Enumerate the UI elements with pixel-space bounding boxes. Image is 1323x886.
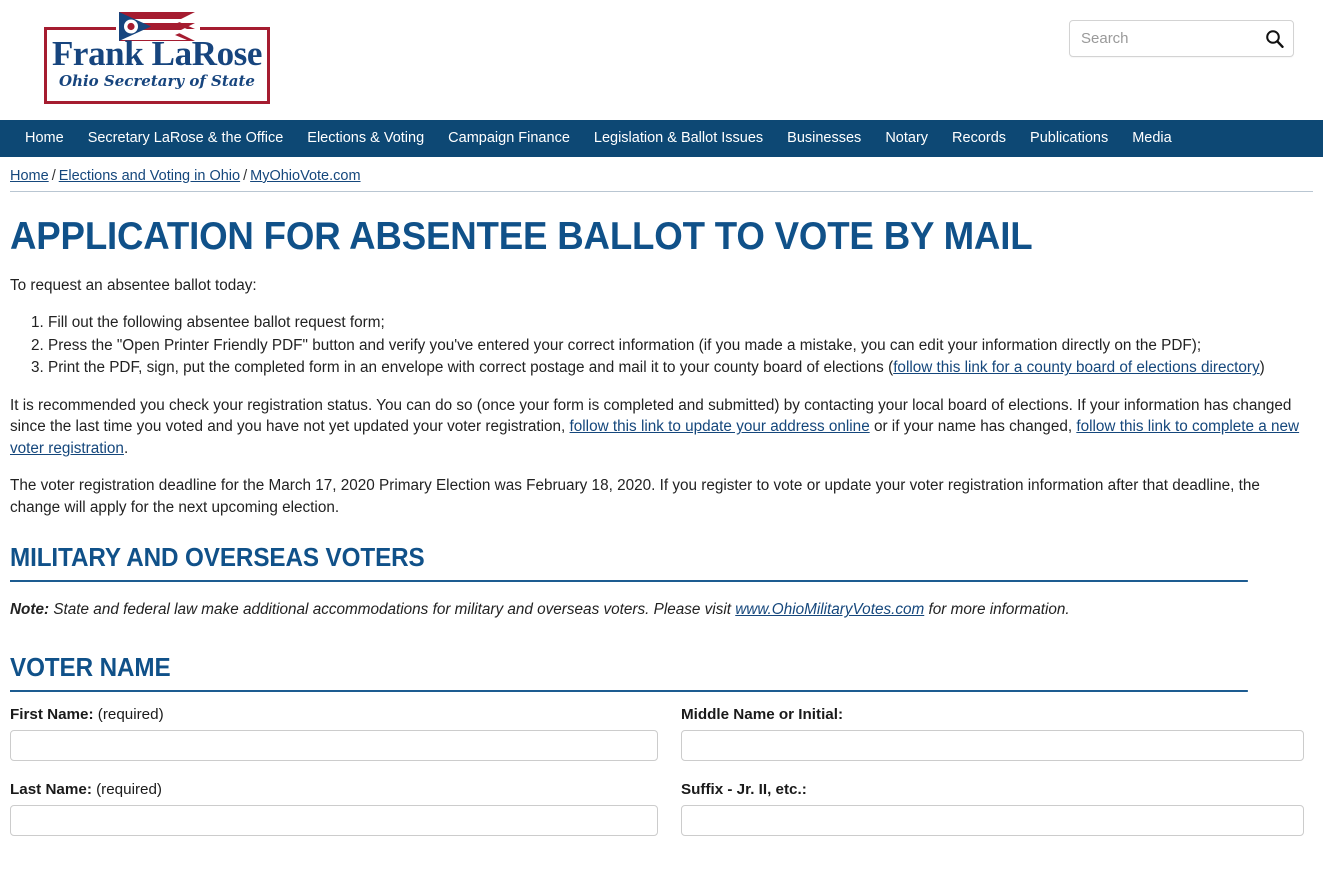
last-name-input[interactable] (10, 805, 658, 837)
form-row-gap (681, 764, 1304, 780)
nav-item-media[interactable]: Media (1120, 120, 1184, 157)
middle-name-input[interactable] (681, 730, 1304, 762)
form-row-gap (10, 764, 658, 780)
search-button[interactable] (1261, 26, 1287, 51)
suffix-label: Suffix - Jr. II, etc.: (681, 780, 1304, 799)
main-navigation: Home Secretary LaRose & the Office Elect… (0, 120, 1323, 157)
section-heading-voter-name: VOTER NAME (10, 654, 1248, 693)
step-item-1: Fill out the following absentee ballot r… (48, 312, 1313, 334)
registration-text-2: or if your name has changed, (869, 418, 1077, 436)
site-header: Frank LaRose Ohio Secretary of State (0, 0, 1323, 120)
middle-name-label-text: Middle Name or Initial: (681, 706, 844, 724)
note-label: Note: (10, 601, 50, 619)
section-heading-military: MILITARY AND OVERSEAS VOTERS (10, 544, 1248, 583)
middle-name-label: Middle Name or Initial: (681, 705, 1304, 724)
note-text-after: for more information. (924, 601, 1070, 619)
form-column-right: Middle Name or Initial: Suffix - Jr. II,… (659, 705, 1304, 839)
last-name-label: Last Name: (required) (10, 780, 658, 799)
first-name-input[interactable] (10, 730, 658, 762)
search-icon (1265, 30, 1284, 48)
field-suffix: Suffix - Jr. II, etc.: (681, 780, 1304, 837)
nav-item-legislation-ballot-issues[interactable]: Legislation & Ballot Issues (582, 120, 775, 157)
field-middle-name: Middle Name or Initial: (681, 705, 1304, 762)
step-3-text-before: Print the PDF, sign, put the completed f… (48, 359, 894, 377)
nav-item-campaign-finance[interactable]: Campaign Finance (436, 120, 582, 157)
breadcrumb-separator: / (51, 168, 56, 184)
breadcrumb-item-elections-voting[interactable]: Elections and Voting in Ohio (59, 168, 240, 184)
page-title: APPLICATION FOR ABSENTEE BALLOT TO VOTE … (10, 215, 1033, 258)
note-text-before: State and federal law make additional ac… (49, 601, 736, 619)
last-name-label-text: Last Name: (10, 781, 92, 799)
nav-item-home[interactable]: Home (13, 120, 76, 157)
breadcrumb-item-home[interactable]: Home (10, 168, 49, 184)
steps-list: Fill out the following absentee ballot r… (10, 312, 1313, 379)
county-board-directory-link[interactable]: follow this link for a county board of e… (893, 359, 1259, 376)
nav-item-elections-voting[interactable]: Elections & Voting (295, 120, 436, 157)
suffix-input[interactable] (681, 805, 1304, 837)
field-last-name: Last Name: (required) (10, 780, 658, 837)
field-first-name: First Name: (required) (10, 705, 658, 762)
search-input[interactable] (1070, 21, 1252, 56)
breadcrumb-item-myohiovote[interactable]: MyOhioVote.com (250, 168, 360, 184)
site-logo[interactable]: Frank LaRose Ohio Secretary of State (44, 8, 274, 112)
update-address-link[interactable]: follow this link to update your address … (570, 418, 870, 435)
step-item-3: Print the PDF, sign, put the completed f… (48, 357, 1313, 379)
nav-item-publications[interactable]: Publications (1018, 120, 1120, 157)
last-name-required-text: (required) (96, 781, 162, 799)
nav-item-businesses[interactable]: Businesses (775, 120, 873, 157)
nav-item-secretary-larose[interactable]: Secretary LaRose & the Office (76, 120, 296, 157)
logo-subtitle: Ohio Secretary of State (59, 72, 255, 90)
voter-name-form: First Name: (required) Last Name: (requi… (10, 705, 1313, 839)
military-note: Note: State and federal law make additio… (10, 599, 1313, 620)
breadcrumb: Home / Elections and Voting in Ohio / MyOhio… (10, 157, 1313, 192)
search-box (1069, 20, 1294, 57)
step-item-2: Press the "Open Printer Friendly PDF" bu… (48, 335, 1313, 357)
page-content: Home / Elections and Voting in Ohio / MyOhio… (0, 157, 1323, 839)
first-name-label-text: First Name: (10, 706, 94, 724)
deadline-paragraph: The voter registration deadline for the … (10, 477, 1260, 516)
ohio-military-votes-link[interactable]: www.OhioMilitaryVotes.com (735, 601, 924, 618)
nav-item-records[interactable]: Records (940, 120, 1018, 157)
first-name-required-text: (required) (97, 706, 164, 724)
nav-item-notary[interactable]: Notary (873, 120, 940, 157)
registration-text-3: . (123, 439, 129, 457)
registration-paragraph: It is recommended you check your registr… (10, 395, 1313, 460)
form-column-left: First Name: (required) Last Name: (requi… (10, 705, 658, 839)
intro-text: To request an absentee ballot today: (10, 276, 257, 294)
first-name-label: First Name: (required) (10, 705, 658, 724)
suffix-label-text: Suffix - Jr. II, etc.: (681, 781, 807, 799)
step-3-text-after: ) (1259, 359, 1265, 377)
breadcrumb-separator: / (243, 168, 248, 184)
logo-name: Frank LaRose (51, 34, 263, 73)
